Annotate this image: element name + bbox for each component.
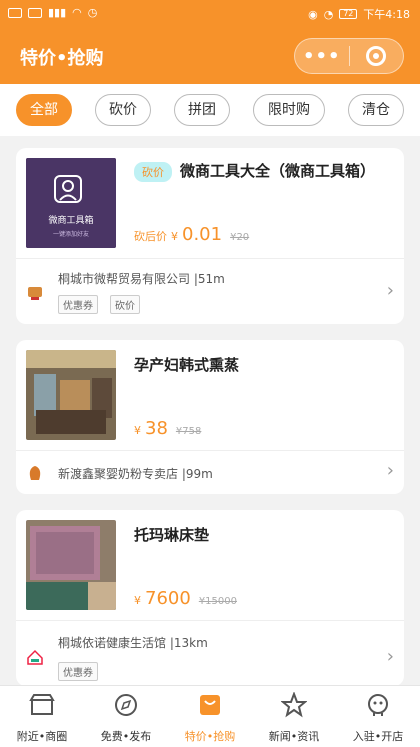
chevron-right-icon[interactable]: ›: [387, 646, 394, 667]
filter-chip-bargain[interactable]: 砍价: [95, 94, 151, 126]
card-divider: [16, 450, 404, 451]
wechat-tool-logo: 微商工具箱 一键添加好友: [26, 158, 116, 248]
price-row-2: ¥ 38 ¥758: [134, 418, 201, 439]
product-image-3[interactable]: [26, 520, 116, 610]
tab-label: 入驻•开店: [352, 730, 404, 743]
bottom-tab-bar: 附近•商圈 免费•发布 特价•抢购 新闻•资讯 入驻•开店: [0, 685, 420, 747]
product-image-2[interactable]: [26, 350, 116, 440]
tab-label: 免费•发布: [100, 730, 152, 743]
battery-indicator: 72: [339, 9, 358, 19]
tab-label: 附近•商圈: [16, 730, 68, 743]
product-card-2[interactable]: 孕产妇韩式熏蒸 ¥ 38 ¥758 新渡鑫聚婴奶粉专卖店 |99m ›: [16, 340, 404, 494]
product-title-text-1: 微商工具大全（微商工具箱）: [180, 162, 376, 180]
filter-chip-group[interactable]: 拼团: [174, 94, 230, 126]
price-row-1: 砍后价 ¥ 0.01 ¥20: [134, 224, 249, 245]
tab-deals[interactable]: 特价•抢购: [168, 692, 252, 744]
shop-name-1[interactable]: 桐城市微帮贸易有限公司 |51m: [58, 270, 225, 287]
store-icon: [29, 694, 55, 715]
currency-symbol: ¥: [134, 424, 141, 437]
filter-chip-flash-sale[interactable]: 限时购: [253, 94, 325, 126]
currency-symbol: ¥: [134, 594, 141, 607]
card-divider: [16, 258, 404, 259]
alarm-icon: ◷: [87, 6, 98, 19]
tab-label: 特价•抢购: [184, 730, 236, 743]
tab-nearby[interactable]: 附近•商圈: [0, 692, 84, 744]
product-card-3[interactable]: 托玛琳床垫 ¥ 7600 ¥15000 桐城依诺健康生活馆 |13km 优惠券 …: [16, 510, 404, 686]
tab-publish[interactable]: 免费•发布: [84, 692, 168, 744]
svg-text:微商工具箱: 微商工具箱: [48, 214, 93, 226]
price-row-3: ¥ 7600 ¥15000: [134, 588, 237, 609]
filter-chip-all[interactable]: 全部: [16, 94, 72, 126]
product-title-1: 砍价 微商工具大全（微商工具箱）: [134, 160, 375, 182]
mini-program-capsule[interactable]: •••: [294, 38, 404, 74]
price-value: 38: [145, 418, 168, 439]
badge-bargain: 砍价: [110, 295, 140, 314]
original-price: ¥15000: [198, 596, 237, 607]
filter-bar: 全部 砍价 拼团 限时购 清仓: [0, 84, 420, 136]
status-bar: ▮▮▮ ◠ ◷ ◉ ◔ 72 下午4:18: [0, 0, 420, 28]
product-image-1[interactable]: 微商工具箱 一键添加好友: [26, 158, 116, 248]
shop-name-2[interactable]: 新渡鑫聚婴奶粉专卖店 |99m: [58, 465, 213, 482]
bag-icon: [200, 695, 220, 715]
title-row: 特价•抢购 •••: [0, 28, 420, 84]
svg-text:一键添加好友: 一键添加好友: [53, 230, 89, 238]
chevron-right-icon[interactable]: ›: [387, 280, 394, 301]
close-mini-program-button[interactable]: [349, 46, 403, 66]
star-icon: [280, 691, 308, 718]
filter-chip-clearance[interactable]: 清仓: [348, 94, 404, 126]
clock-icon: ◔: [323, 7, 334, 21]
price-value: 0.01: [182, 224, 223, 245]
product-title-3: 托玛琳床垫: [134, 526, 210, 544]
product-card-1[interactable]: 微商工具箱 一键添加好友 砍价 微商工具大全（微商工具箱） 砍后价 ¥ 0.01 …: [16, 148, 404, 324]
status-left: ▮▮▮ ◠ ◷: [8, 6, 97, 19]
more-button[interactable]: •••: [295, 46, 349, 67]
robot-icon: [368, 694, 388, 716]
status-right: ◉ ◔ 72 下午4:18: [308, 6, 410, 22]
badge-coupon: 优惠券: [58, 662, 98, 681]
tab-open-store[interactable]: 入驻•开店: [336, 692, 420, 744]
sim-icon: [8, 7, 22, 18]
original-price: ¥20: [230, 232, 250, 243]
signal-icon: ▮▮▮: [48, 6, 67, 19]
shop-logo-icon: [29, 466, 41, 480]
tab-news[interactable]: 新闻•资讯: [252, 691, 336, 744]
shop-logo-icon: [27, 649, 43, 665]
bargain-tag: 砍价: [134, 162, 172, 182]
chevron-right-icon[interactable]: ›: [387, 460, 394, 481]
product-title-2: 孕产妇韩式熏蒸: [134, 356, 240, 374]
sim-icon-2: [28, 7, 42, 18]
price-value: 7600: [145, 588, 191, 609]
shop-name-3[interactable]: 桐城依诺健康生活馆 |13km: [58, 634, 208, 651]
status-time: 下午4:18: [363, 8, 410, 21]
target-icon: [366, 46, 387, 66]
compass-icon: [115, 694, 137, 716]
card-divider: [16, 620, 404, 621]
tab-label: 新闻•资讯: [268, 730, 320, 743]
currency-symbol: ¥: [171, 230, 178, 243]
original-price: ¥758: [175, 426, 202, 437]
shop-logo-icon: [28, 287, 42, 300]
eye-icon: ◉: [308, 7, 318, 21]
wifi-icon: ◠: [72, 6, 82, 19]
price-label: 砍后价: [134, 230, 167, 243]
top-bar: ▮▮▮ ◠ ◷ ◉ ◔ 72 下午4:18 特价•抢购 •••: [0, 0, 420, 84]
badge-coupon: 优惠券: [58, 295, 98, 314]
page-title: 特价•抢购: [20, 48, 104, 69]
